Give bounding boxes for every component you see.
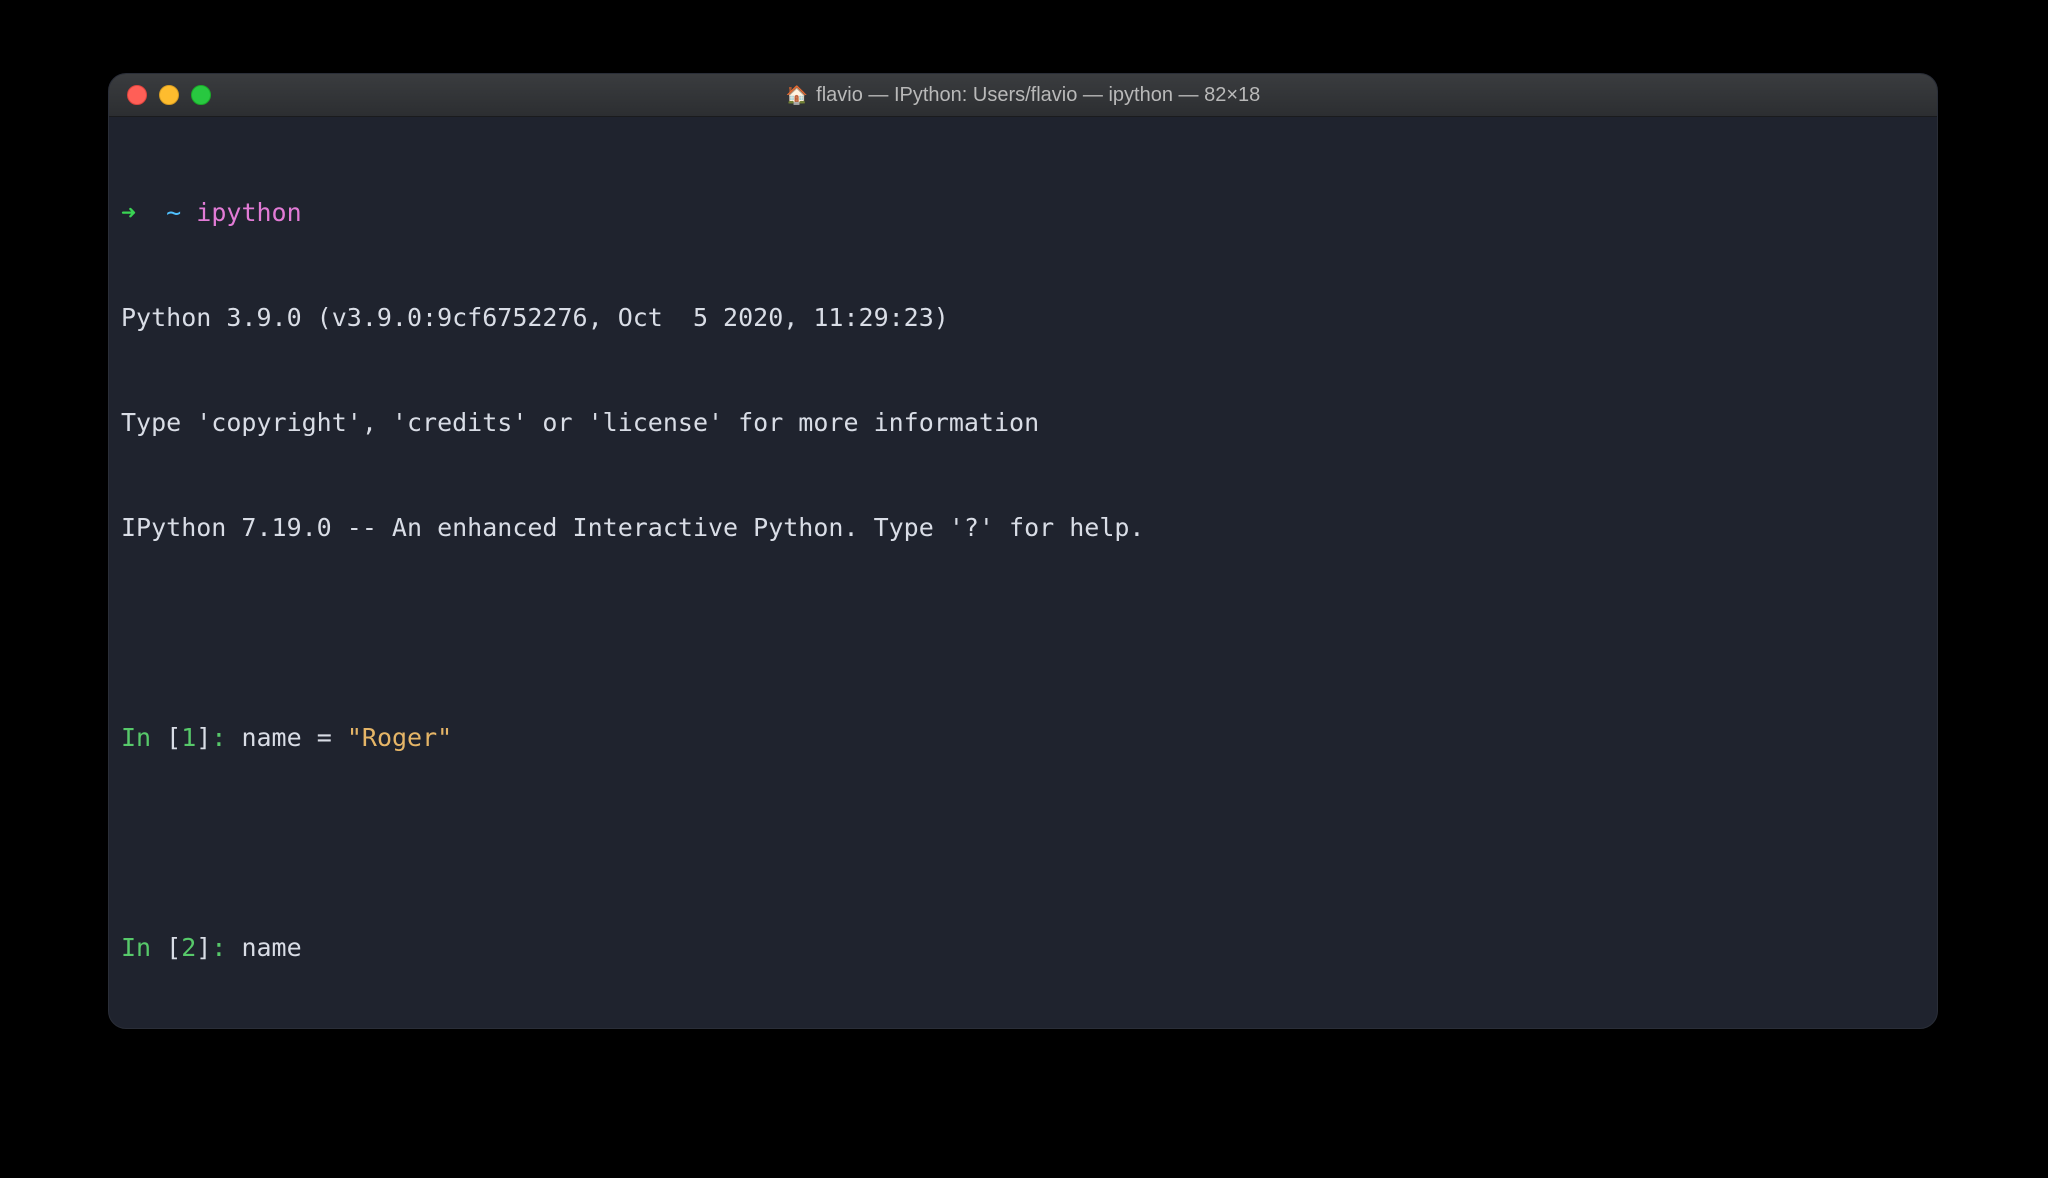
python-banner-line-2: Type 'copyright', 'credits' or 'license'… <box>121 405 1925 440</box>
shell-command: ipython <box>196 198 301 227</box>
blank-line <box>121 615 1925 650</box>
in-2-line: In [2]: name <box>121 930 1925 965</box>
home-icon: 🏠 <box>786 85 808 106</box>
shell-prompt-line: ➜ ~ ipython <box>121 195 1925 230</box>
string-literal: "Roger" <box>347 723 452 752</box>
python-banner-line-1: Python 3.9.0 (v3.9.0:9cf6752276, Oct 5 2… <box>121 300 1925 335</box>
close-button[interactable] <box>127 85 147 105</box>
minimize-button[interactable] <box>159 85 179 105</box>
zoom-button[interactable] <box>191 85 211 105</box>
terminal-content[interactable]: ➜ ~ ipython Python 3.9.0 (v3.9.0:9cf6752… <box>109 117 1937 1029</box>
in-1-line: In [1]: name = "Roger" <box>121 720 1925 755</box>
ipython-banner-line: IPython 7.19.0 -- An enhanced Interactiv… <box>121 510 1925 545</box>
window-title: 🏠 flavio — IPython: Users/flavio — ipyth… <box>109 84 1937 107</box>
window-title-text: flavio — IPython: Users/flavio — ipython… <box>816 84 1260 107</box>
terminal-window: 🏠 flavio — IPython: Users/flavio — ipyth… <box>108 73 1938 1029</box>
traffic-lights <box>127 85 211 105</box>
prompt-arrow-icon: ➜ <box>121 198 136 227</box>
window-titlebar: 🏠 flavio — IPython: Users/flavio — ipyth… <box>109 74 1937 117</box>
prompt-cwd: ~ <box>166 198 181 227</box>
blank-line <box>121 825 1925 860</box>
